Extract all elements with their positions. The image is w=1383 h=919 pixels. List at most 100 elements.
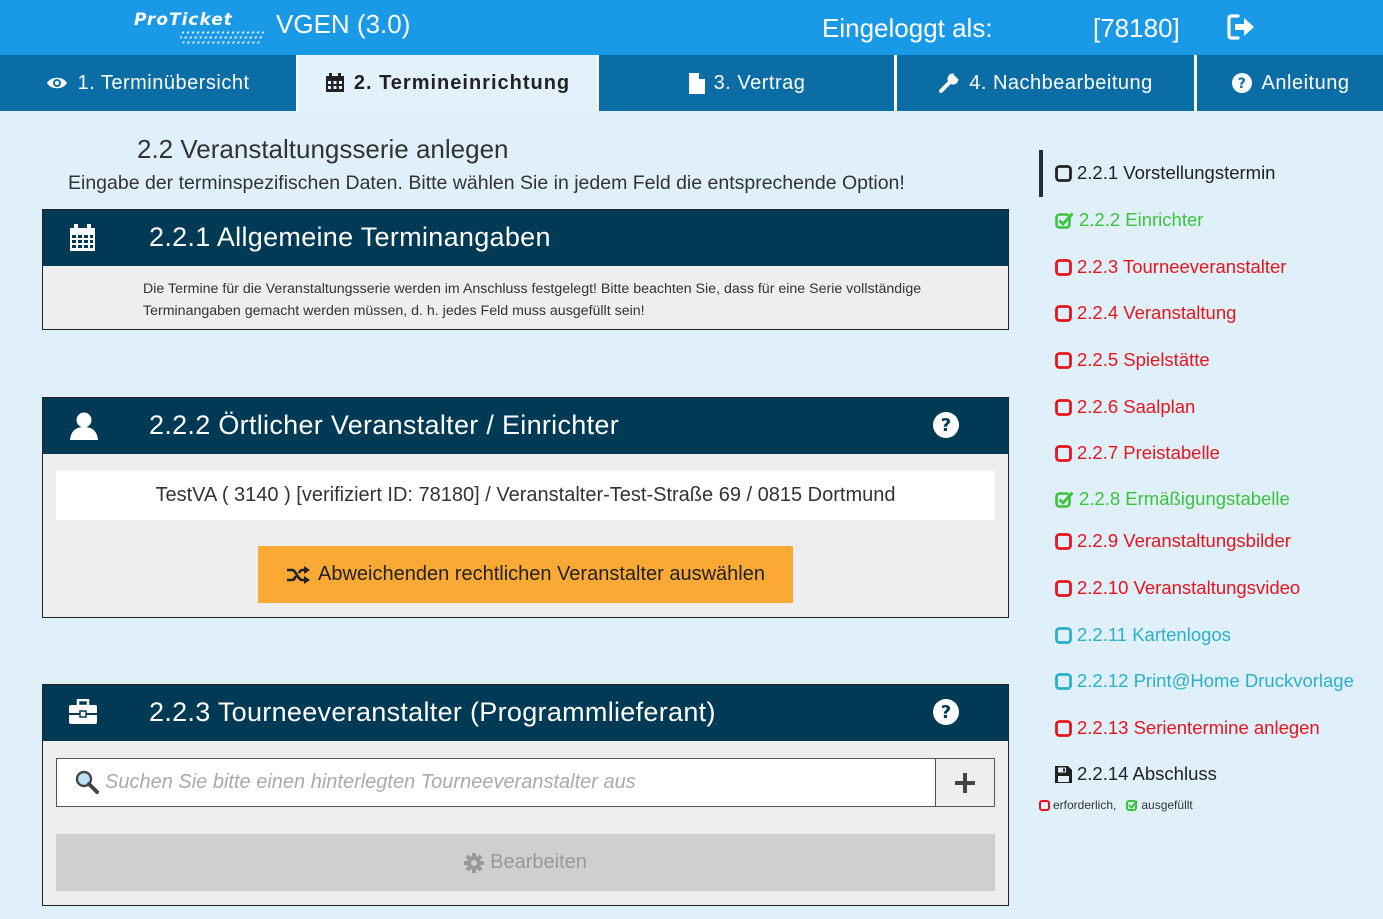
sidebar-item-label: 2.2.4 Veranstaltung — [1077, 302, 1237, 323]
tab-terminuebersicht[interactable]: 1. Terminübersicht — [0, 55, 296, 111]
select-legal-organizer-button[interactable]: Abweichenden rechtlichen Veranstalter au… — [258, 546, 793, 603]
wrench-icon — [939, 73, 960, 93]
tab-label: Anleitung — [1261, 71, 1350, 94]
sign-out-icon[interactable] — [1226, 12, 1256, 42]
panel-header: 2.2.3 Tourneeveranstalter (Programmliefe… — [43, 685, 1008, 741]
sidebar-item-preistabelle[interactable]: 2.2.7 Preistabelle — [1055, 442, 1220, 464]
svg-text:?: ? — [941, 415, 951, 436]
panel-general-info: 2.2.1 Allgemeine Terminangaben Die Termi… — [42, 209, 1009, 330]
eye-icon — [47, 77, 68, 89]
square-outline-icon — [1055, 351, 1072, 369]
square-outline-icon — [1055, 672, 1072, 690]
square-outline-icon — [1055, 258, 1072, 276]
sidebar-item-kartenlogos[interactable]: 2.2.11 Kartenlogos — [1055, 624, 1231, 646]
tab-vertrag[interactable]: 3. Vertrag — [599, 55, 894, 111]
square-outline-icon — [1055, 579, 1072, 597]
square-outline-icon — [1055, 626, 1072, 644]
sidebar-item-abschluss[interactable]: 2.2.14 Abschluss — [1055, 763, 1217, 785]
square-outline-icon — [1039, 799, 1050, 811]
sidebar-legend: erforderlich, ausgefüllt — [1039, 798, 1193, 812]
sidebar-item-serientermine-anlegen[interactable]: 2.2.13 Serientermine anlegen — [1055, 717, 1320, 739]
square-outline-icon — [1055, 304, 1072, 322]
tab-nachbearbeitung[interactable]: 4. Nachbearbeitung — [897, 55, 1194, 111]
square-outline-icon — [1055, 719, 1072, 737]
page-subtitle: Eingabe der terminspezifischen Daten. Bi… — [68, 172, 905, 194]
sidebar-item-vorstellungstermin[interactable]: 2.2.1 Vorstellungstermin — [1055, 162, 1275, 184]
sidebar-item-label: 2.2.3 Tourneeveranstalter — [1077, 256, 1287, 277]
svg-text:?: ? — [941, 702, 951, 723]
main-tabs: 1. Terminübersicht 2. Termineinrichtung … — [0, 55, 1383, 111]
svg-text:?: ? — [1237, 76, 1246, 92]
legend-done: ausgefüllt — [1141, 798, 1193, 812]
tour-organizer-search-input[interactable] — [105, 759, 925, 806]
sidebar-item-label: 2.2.7 Preistabelle — [1077, 442, 1220, 463]
tab-label: 2. Termineinrichtung — [353, 71, 571, 94]
sidebar-item-label: 2.2.5 Spielstätte — [1077, 349, 1210, 370]
tour-organizer-search — [56, 758, 995, 807]
logo-text: ProTicket — [134, 10, 233, 30]
panel-header: 2.2.2 Örtlicher Veranstalter / Einrichte… — [43, 398, 1008, 454]
sidebar-item-label: 2.2.8 Ermäßigungstabelle — [1079, 488, 1290, 509]
sidebar-item-label: 2.2.13 Serientermine anlegen — [1077, 717, 1320, 738]
sidebar-item-label: 2.2.9 Veranstaltungsbilder — [1077, 530, 1291, 551]
plus-icon — [955, 772, 975, 793]
sidebar-item-label: 2.2.2 Einrichter — [1079, 209, 1204, 230]
sidebar-item-spielstätte[interactable]: 2.2.5 Spielstätte — [1055, 349, 1210, 371]
sidebar-item-einrichter[interactable]: 2.2.2 Einrichter — [1055, 209, 1203, 231]
square-outline-icon — [1055, 444, 1072, 462]
file-icon — [688, 72, 705, 94]
legend-required: erforderlich, — [1053, 798, 1117, 812]
app-title: VGEN (3.0) — [276, 9, 411, 39]
login-label: Eingeloggt als: — [822, 13, 993, 43]
proticket-logo: ProTicket — [134, 8, 266, 48]
sidebar-active-indicator — [1039, 150, 1043, 197]
tab-label: 4. Nachbearbeitung — [969, 71, 1153, 94]
sidebar-item-saalplan[interactable]: 2.2.6 Saalplan — [1055, 396, 1195, 418]
panel-header: 2.2.1 Allgemeine Terminangaben — [43, 210, 1008, 266]
question-circle-icon: ? — [1231, 73, 1252, 93]
sidebar-item-print-home-druckvorlage[interactable]: 2.2.12 Print@Home Druckvorlage — [1055, 670, 1354, 692]
panel-info-text: Die Termine für die Veranstaltungsserie … — [143, 281, 922, 319]
shuffle-icon — [287, 565, 311, 584]
sidebar-item-label: 2.2.14 Abschluss — [1077, 763, 1217, 784]
square-outline-icon — [1055, 164, 1072, 182]
panel-title: 2.2.1 Allgemeine Terminangaben — [149, 222, 551, 252]
button-label: Abweichenden rechtlichen Veranstalter au… — [318, 563, 765, 585]
add-tour-organizer-button[interactable] — [935, 759, 994, 806]
sidebar-item-veranstaltungsbilder[interactable]: 2.2.9 Veranstaltungsbilder — [1055, 530, 1291, 552]
tab-termineinrichtung[interactable]: 2. Termineinrichtung — [298, 55, 597, 111]
square-outline-icon — [1055, 532, 1072, 550]
briefcase-icon — [69, 699, 97, 724]
panel-title: 2.2.2 Örtlicher Veranstalter / Einrichte… — [149, 410, 619, 440]
help-icon[interactable]: ? — [932, 411, 960, 439]
calendar-icon — [325, 73, 344, 92]
sidebar-item-label: 2.2.11 Kartenlogos — [1077, 624, 1231, 645]
panel-organizer: 2.2.2 Örtlicher Veranstalter / Einrichte… — [42, 397, 1009, 618]
sidebar-item-ermäßigungstabelle[interactable]: 2.2.8 Ermäßigungstabelle — [1055, 488, 1290, 510]
sidebar-item-veranstaltungsvideo[interactable]: 2.2.10 Veranstaltungsvideo — [1055, 577, 1300, 599]
user-icon — [70, 412, 98, 440]
edit-button[interactable]: Bearbeiten — [56, 834, 995, 891]
sidebar-item-label: 2.2.10 Veranstaltungsvideo — [1077, 577, 1301, 598]
help-icon[interactable]: ? — [932, 698, 960, 726]
top-bar: ProTicket VGEN (3.0) Eingeloggt als: [78… — [0, 0, 1383, 55]
sidebar-item-label: 2.2.12 Print@Home Druckvorlage — [1077, 670, 1354, 691]
tab-label: 1. Terminübersicht — [77, 71, 250, 94]
search-icon — [75, 770, 99, 794]
button-label: Bearbeiten — [490, 851, 587, 873]
sidebar-item-veranstaltung[interactable]: 2.2.4 Veranstaltung — [1055, 302, 1236, 324]
login-id: [78180] — [1093, 13, 1180, 43]
check-square-icon — [1055, 212, 1074, 229]
page-title: 2.2 Veranstaltungsserie anlegen — [137, 134, 509, 164]
panel-tour-organizer: 2.2.3 Tourneeveranstalter (Programmliefe… — [42, 684, 1009, 906]
tab-anleitung[interactable]: ? Anleitung — [1197, 55, 1383, 111]
square-outline-icon — [1055, 398, 1072, 416]
panel-title: 2.2.3 Tourneeveranstalter (Programmliefe… — [149, 697, 716, 727]
floppy-disk-icon — [1055, 765, 1072, 783]
logo-swoosh — [174, 30, 266, 46]
calendar-icon — [70, 224, 95, 251]
gear-icon — [464, 852, 485, 873]
sidebar-item-label: 2.2.1 Vorstellungstermin — [1077, 162, 1276, 183]
sidebar-item-tourneeveranstalter[interactable]: 2.2.3 Tourneeveranstalter — [1055, 256, 1286, 278]
tab-label: 3. Vertrag — [713, 71, 806, 94]
